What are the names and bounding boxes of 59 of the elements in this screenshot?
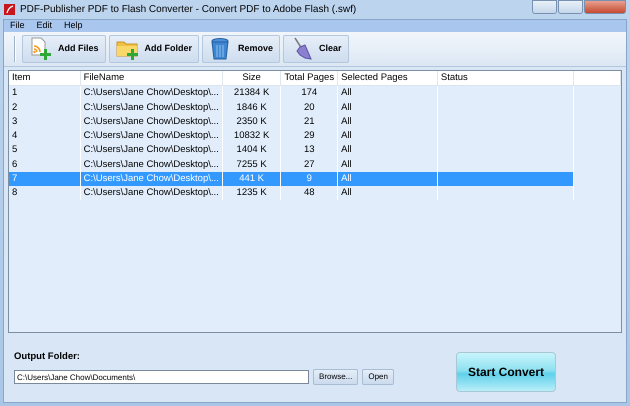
toolbar-button[interactable]: Clear bbox=[283, 35, 349, 63]
open-button[interactable]: Open bbox=[362, 369, 394, 386]
table-cell: 21384 K bbox=[222, 86, 281, 100]
column-header[interactable]: Item bbox=[9, 71, 80, 86]
table-cell: 9 bbox=[280, 172, 338, 186]
app-icon bbox=[4, 4, 15, 15]
start-convert-button[interactable]: Start Convert bbox=[456, 352, 556, 392]
table-cell: All bbox=[338, 100, 438, 115]
table-cell: 2350 K bbox=[222, 114, 281, 129]
close-button[interactable] bbox=[584, 0, 626, 14]
table-cell: 7 bbox=[9, 172, 80, 186]
table-cell: 10832 K bbox=[222, 129, 281, 144]
table-cell: 21 bbox=[280, 114, 338, 129]
table-cell: 8 bbox=[9, 186, 80, 200]
table-cell: C:\Users\Jane Chow\Desktop\... bbox=[80, 172, 222, 186]
table-cell: 48 bbox=[280, 186, 338, 200]
table-cell: 1235 K bbox=[222, 186, 281, 200]
minimize-button[interactable] bbox=[532, 0, 557, 14]
menu-item[interactable]: Edit bbox=[36, 19, 52, 33]
menu-item[interactable]: File bbox=[10, 19, 25, 33]
table-cell: All bbox=[338, 114, 438, 129]
table-cell: C:\Users\Jane Chow\Desktop\... bbox=[80, 129, 222, 144]
toolbar-button[interactable]: Remove bbox=[202, 35, 280, 63]
table-cell: C:\Users\Jane Chow\Desktop\... bbox=[80, 114, 222, 129]
table-cell: All bbox=[338, 172, 438, 186]
output-folder-field[interactable]: C:\Users\Jane Chow\Documents\ bbox=[14, 370, 309, 384]
table-cell: 20 bbox=[280, 100, 338, 115]
table-cell: 5 bbox=[9, 143, 80, 158]
column-header[interactable]: Status bbox=[437, 71, 574, 86]
column-header[interactable]: FileName bbox=[80, 71, 222, 86]
table-cell: 29 bbox=[280, 129, 338, 144]
table-cell: 4 bbox=[9, 129, 80, 144]
table-cell: C:\Users\Jane Chow\Desktop\... bbox=[80, 86, 222, 100]
table-cell: 174 bbox=[280, 86, 338, 100]
column-header[interactable]: Selected Pages bbox=[338, 71, 438, 86]
window-title: PDF-Publisher PDF to Flash Converter - Convert PDF to Adobe Flash (.swf) bbox=[20, 3, 356, 17]
table-cell: 1846 K bbox=[222, 100, 281, 115]
table-cell: C:\Users\Jane Chow\Desktop\... bbox=[80, 100, 222, 115]
table-cell: 2 bbox=[9, 100, 80, 115]
table-cell: C:\Users\Jane Chow\Desktop\... bbox=[80, 143, 222, 158]
browse-button[interactable]: Browse... bbox=[313, 369, 358, 386]
menu-item[interactable]: Help bbox=[64, 19, 83, 33]
page-add-icon bbox=[29, 37, 52, 61]
table-cell: 13 bbox=[280, 143, 338, 158]
maximize-button[interactable] bbox=[558, 0, 583, 14]
toolbar-button[interactable]: Add Files bbox=[22, 35, 106, 63]
table-cell: All bbox=[338, 143, 438, 158]
output-folder-label: Output Folder: bbox=[14, 350, 81, 364]
table-cell: 441 K bbox=[222, 172, 281, 186]
table-cell: All bbox=[338, 129, 438, 144]
table-cell: All bbox=[338, 186, 438, 200]
column-header[interactable]: Size bbox=[222, 71, 281, 86]
table-cell: C:\Users\Jane Chow\Desktop\... bbox=[80, 186, 222, 200]
table-cell: 3 bbox=[9, 114, 80, 129]
table-cell: 1404 K bbox=[222, 143, 281, 158]
table-cell: All bbox=[338, 86, 438, 100]
table-cell: 1 bbox=[9, 86, 80, 100]
toolbar-button[interactable]: Add Folder bbox=[108, 35, 200, 63]
column-header[interactable]: Total Pages bbox=[280, 71, 338, 86]
